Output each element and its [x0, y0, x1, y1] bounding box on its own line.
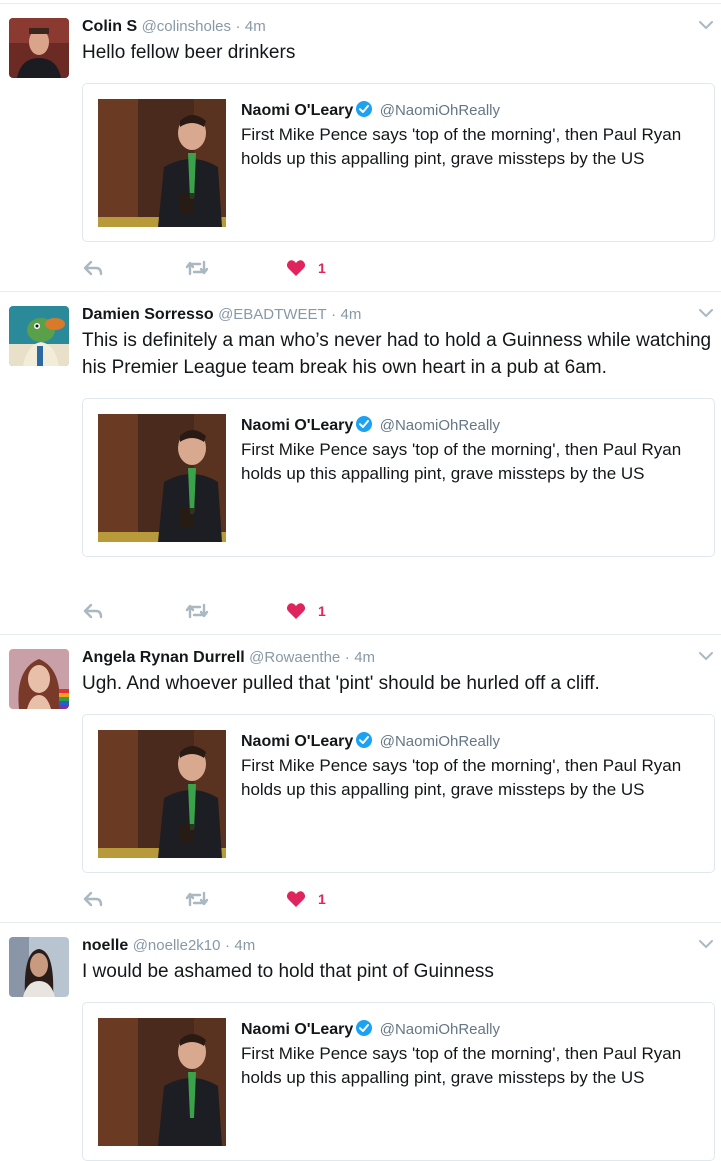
tweet-text: Ugh. And whoever pulled that 'pint' shou…: [82, 673, 600, 694]
retweet-button[interactable]: [185, 257, 209, 279]
verified-badge-icon: [355, 731, 373, 749]
timestamp[interactable]: 4m: [245, 18, 266, 35]
separator-dot: ·: [344, 649, 350, 666]
tweet-text: I would be ashamed to hold that pint of …: [82, 961, 494, 982]
quoted-tweet-text: First Mike Pence says 'top of the mornin…: [241, 125, 682, 168]
tweet-text: Hello fellow beer drinkers: [82, 42, 296, 63]
quoted-tweet[interactable]: Naomi O'Leary @NaomiOhReally First Mike …: [82, 1002, 715, 1161]
quoted-author-name[interactable]: Naomi O'Leary: [241, 1021, 353, 1038]
author-name[interactable]: Colin S: [82, 18, 137, 35]
chevron-down-icon[interactable]: [697, 16, 715, 34]
tweet[interactable]: Damien Sorresso @EBADTWEET · 4m This is …: [0, 292, 721, 635]
like-count: 1: [318, 260, 326, 276]
chevron-down-icon[interactable]: [697, 935, 715, 953]
chevron-down-icon[interactable]: [697, 304, 715, 322]
quoted-tweet-image: [98, 1018, 226, 1146]
author-handle[interactable]: @noelle2k10: [133, 937, 221, 954]
quoted-author-handle[interactable]: @NaomiOhReally: [380, 102, 500, 119]
quoted-author-handle[interactable]: @NaomiOhReally: [380, 733, 500, 750]
quoted-tweet-text: First Mike Pence says 'top of the mornin…: [241, 756, 682, 799]
quoted-author-handle[interactable]: @NaomiOhReally: [380, 1021, 500, 1038]
quoted-tweet-text: First Mike Pence says 'top of the mornin…: [241, 1044, 682, 1087]
timestamp[interactable]: 4m: [234, 937, 255, 954]
reply-button[interactable]: [82, 888, 104, 910]
reply-icon: [83, 260, 103, 276]
timestamp[interactable]: 4m: [341, 306, 362, 323]
tweet-header: Angela Rynan Durrell @Rowaenthe · 4m: [82, 647, 713, 669]
avatar[interactable]: [9, 937, 69, 997]
quoted-author-name[interactable]: Naomi O'Leary: [241, 102, 353, 119]
quoted-tweet-text: First Mike Pence says 'top of the mornin…: [241, 440, 682, 483]
timestamp[interactable]: 4m: [354, 649, 375, 666]
like-count: 1: [318, 891, 326, 907]
retweet-icon: [185, 603, 209, 619]
reply-icon: [83, 603, 103, 619]
quoted-author-name[interactable]: Naomi O'Leary: [241, 733, 353, 750]
retweet-button[interactable]: [185, 600, 209, 622]
reply-button[interactable]: [82, 600, 104, 622]
author-handle[interactable]: @EBADTWEET: [218, 306, 327, 323]
tweet[interactable]: noelle @noelle2k10 · 4m I would be asham…: [0, 923, 721, 1161]
timeline: Colin S @colinsholes · 4m Hello fellow b…: [0, 0, 721, 1161]
chevron-down-icon[interactable]: [697, 647, 715, 665]
tweet-header: Damien Sorresso @EBADTWEET · 4m: [82, 304, 713, 326]
tweet-actions: 1: [82, 257, 382, 279]
quoted-tweet-image: [98, 414, 226, 542]
author-handle[interactable]: @Rowaenthe: [249, 649, 340, 666]
tweet[interactable]: Colin S @colinsholes · 4m Hello fellow b…: [0, 4, 721, 292]
reply-button[interactable]: [82, 257, 104, 279]
author-name[interactable]: noelle: [82, 937, 128, 954]
verified-badge-icon: [355, 100, 373, 118]
reply-icon: [83, 891, 103, 907]
heart-icon: [286, 891, 306, 907]
quoted-tweet[interactable]: Naomi O'Leary @NaomiOhReally First Mike …: [82, 398, 715, 557]
retweet-icon: [185, 260, 209, 276]
quoted-author-name[interactable]: Naomi O'Leary: [241, 417, 353, 434]
avatar[interactable]: [9, 18, 69, 78]
like-button[interactable]: 1: [286, 888, 326, 910]
like-button[interactable]: 1: [286, 257, 326, 279]
tweet-actions: 1: [82, 600, 382, 622]
author-name[interactable]: Angela Rynan Durrell: [82, 649, 245, 666]
author-handle[interactable]: @colinsholes: [142, 18, 231, 35]
quoted-author-handle[interactable]: @NaomiOhReally: [380, 417, 500, 434]
quoted-tweet-image: [98, 99, 226, 227]
author-name[interactable]: Damien Sorresso: [82, 306, 214, 323]
separator-dot: ·: [224, 937, 230, 954]
like-button[interactable]: 1: [286, 600, 326, 622]
separator-dot: ·: [235, 18, 241, 35]
tweet[interactable]: Angela Rynan Durrell @Rowaenthe · 4m Ugh…: [0, 635, 721, 923]
quoted-tweet-image: [98, 730, 226, 858]
heart-icon: [286, 260, 306, 276]
tweet-actions: 1: [82, 888, 382, 910]
retweet-button[interactable]: [185, 888, 209, 910]
avatar[interactable]: [9, 649, 69, 709]
tweet-header: noelle @noelle2k10 · 4m: [82, 935, 713, 957]
tweet-header: Colin S @colinsholes · 4m: [82, 16, 713, 38]
like-count: 1: [318, 603, 326, 619]
heart-icon: [286, 603, 306, 619]
quoted-tweet[interactable]: Naomi O'Leary @NaomiOhReally First Mike …: [82, 83, 715, 242]
quoted-tweet[interactable]: Naomi O'Leary @NaomiOhReally First Mike …: [82, 714, 715, 873]
verified-badge-icon: [355, 1019, 373, 1037]
separator-dot: ·: [331, 306, 337, 323]
avatar[interactable]: [9, 306, 69, 366]
retweet-icon: [185, 891, 209, 907]
verified-badge-icon: [355, 415, 373, 433]
tweet-text: This is definitely a man who’s never had…: [82, 330, 712, 378]
